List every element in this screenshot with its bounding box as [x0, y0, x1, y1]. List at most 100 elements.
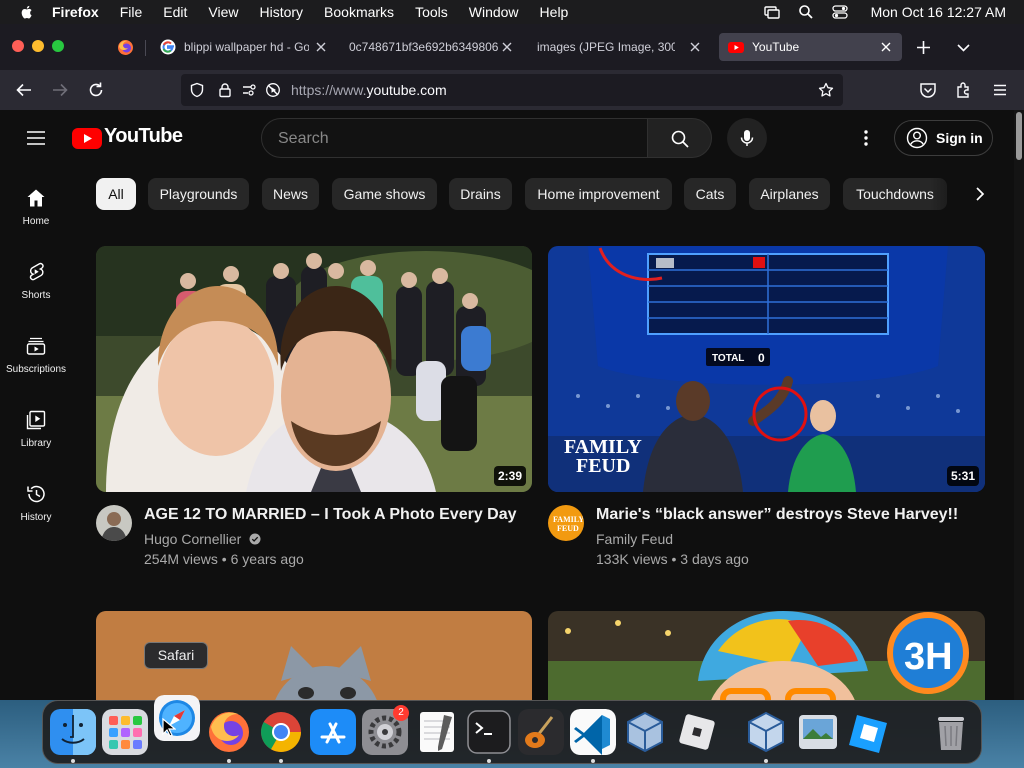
list-all-tabs-chevron-icon[interactable] — [955, 39, 972, 56]
chrome-icon[interactable] — [258, 709, 304, 755]
account-circle-icon — [906, 127, 928, 149]
new-tab-plus-icon[interactable] — [915, 39, 932, 56]
page-scrollbar-track[interactable] — [1014, 110, 1024, 700]
youtube-wordmark[interactable]: YouTube — [104, 125, 183, 148]
roblox-icon[interactable] — [674, 709, 720, 755]
textedit-icon[interactable] — [414, 709, 460, 755]
video-thumbnail[interactable]: 2:39 — [96, 246, 532, 492]
menu-tools[interactable]: Tools — [415, 4, 448, 20]
terminal-icon[interactable] — [466, 709, 512, 755]
menu-edit[interactable]: Edit — [163, 4, 187, 20]
tab-close-icon[interactable] — [878, 39, 894, 55]
firefox-icon[interactable] — [206, 709, 252, 755]
settings-notification-badge: 2 — [393, 705, 409, 721]
window-minimize-button[interactable] — [32, 40, 44, 52]
page-scrollbar-thumb[interactable] — [1016, 112, 1022, 160]
video-duration: 5:31 — [946, 466, 979, 486]
sidebar-item-home[interactable]: Home — [0, 188, 72, 227]
tab-blippi-search[interactable]: blippi wallpaper hd - Goo — [160, 33, 335, 61]
feud-text: FEUD — [576, 455, 630, 477]
chip-news[interactable]: News — [262, 178, 319, 210]
channel-name[interactable]: Hugo Cornellier — [144, 531, 261, 547]
lock-icon[interactable] — [217, 82, 233, 98]
app-store-icon[interactable] — [310, 709, 356, 755]
tab-close-icon[interactable] — [687, 39, 703, 55]
sidebar-item-shorts[interactable]: Shorts — [0, 262, 72, 301]
library-icon — [26, 410, 46, 430]
chevron-right-icon[interactable] — [970, 184, 990, 204]
trash-icon[interactable] — [928, 709, 974, 755]
screen-mirroring-icon[interactable] — [763, 3, 781, 21]
video-thumbnail[interactable]: TOTAL 0 FAMILY FEUD 5:31 — [548, 246, 985, 492]
menu-app-name[interactable]: Firefox — [52, 4, 99, 20]
menu-help[interactable]: Help — [540, 4, 569, 20]
settings-more-icon[interactable] — [856, 128, 876, 148]
search-input[interactable]: Search — [261, 118, 648, 158]
menu-file[interactable]: File — [120, 4, 143, 20]
guide-menu-icon[interactable] — [26, 128, 46, 148]
back-arrow-icon[interactable] — [14, 80, 34, 100]
apple-icon[interactable] — [18, 3, 36, 21]
tab-youtube[interactable]: YouTube — [719, 33, 902, 61]
youtube-page: YouTube Search Sign in Home Shorts Subsc… — [0, 110, 1014, 700]
chip-playgrounds[interactable]: Playgrounds — [148, 178, 249, 210]
menubar-clock[interactable]: Mon Oct 16 12:27 AM — [871, 4, 1006, 20]
window-close-button[interactable] — [12, 40, 24, 52]
safari-icon[interactable] — [154, 695, 200, 741]
spotlight-search-icon[interactable] — [797, 3, 815, 21]
shorts-icon — [29, 262, 44, 281]
chip-home-improvement[interactable]: Home improvement — [525, 178, 672, 210]
menu-bookmarks[interactable]: Bookmarks — [324, 4, 394, 20]
sidebar-item-subscriptions[interactable]: Subscriptions — [0, 336, 72, 375]
channel-avatar[interactable] — [96, 505, 132, 541]
launchpad-icon[interactable] — [102, 709, 148, 755]
channel-name[interactable]: Family Feud — [596, 531, 673, 547]
chip-all[interactable]: All — [96, 178, 136, 210]
extensions-puzzle-icon[interactable] — [954, 80, 974, 100]
reload-icon[interactable] — [86, 80, 106, 100]
roblox-studio-icon[interactable] — [847, 709, 893, 755]
menu-view[interactable]: View — [208, 4, 238, 20]
running-indicator — [764, 759, 768, 763]
menu-window[interactable]: Window — [469, 4, 519, 20]
sidebar-item-history[interactable]: History — [0, 484, 72, 523]
sidebar-item-library[interactable]: Library — [0, 410, 72, 449]
channel-name-text: Hugo Cornellier — [144, 531, 242, 547]
video-title[interactable]: AGE 12 TO MARRIED – I Took A Photo Every… — [144, 506, 517, 524]
sign-in-button[interactable]: Sign in — [894, 120, 993, 156]
virtualbox-vm-icon[interactable] — [743, 709, 789, 755]
verified-check-icon — [249, 533, 261, 545]
chip-cats[interactable]: Cats — [684, 178, 736, 210]
menu-history[interactable]: History — [259, 4, 303, 20]
tab-close-icon[interactable] — [313, 39, 329, 55]
tab-jpeg-image[interactable]: images (JPEG Image, 300 × — [537, 33, 709, 61]
virtualbox-icon[interactable] — [622, 709, 668, 755]
sidebar-label: Subscriptions — [5, 364, 67, 375]
hamburger-menu-icon[interactable] — [990, 80, 1010, 100]
finder-icon[interactable] — [50, 709, 96, 755]
bookmark-star-icon[interactable] — [818, 82, 834, 98]
channel-avatar[interactable]: FAMILY FEUD — [548, 505, 584, 541]
autoplay-blocked-icon[interactable] — [265, 82, 281, 98]
forward-arrow-icon[interactable] — [50, 80, 70, 100]
voice-search-button[interactable] — [727, 118, 767, 158]
youtube-logo-icon[interactable] — [72, 128, 102, 149]
address-bar[interactable]: https://www.youtube.com — [181, 74, 843, 106]
chip-drains[interactable]: Drains — [449, 178, 512, 210]
control-center-icon[interactable] — [831, 3, 849, 21]
chip-airplanes[interactable]: Airplanes — [749, 178, 830, 210]
vscode-icon[interactable] — [570, 709, 616, 755]
search-button[interactable] — [647, 118, 712, 158]
tab-image-hash[interactable]: 0c748671bf3e692b6349806 — [349, 33, 521, 61]
window-zoom-button[interactable] — [52, 40, 64, 52]
permissions-icon[interactable] — [241, 82, 257, 98]
preview-icon[interactable] — [795, 709, 841, 755]
video-title[interactable]: Marie's “black answer” destroys Steve Ha… — [596, 506, 958, 524]
chip-game-shows[interactable]: Game shows — [332, 178, 437, 210]
tab-close-icon[interactable] — [499, 39, 515, 55]
video-thumbnail[interactable]: 3H — [548, 611, 985, 700]
firefox-view-icon[interactable] — [117, 39, 134, 56]
garageband-icon[interactable] — [518, 709, 564, 755]
pocket-icon[interactable] — [918, 80, 938, 100]
tracking-protection-shield-icon[interactable] — [189, 82, 205, 98]
